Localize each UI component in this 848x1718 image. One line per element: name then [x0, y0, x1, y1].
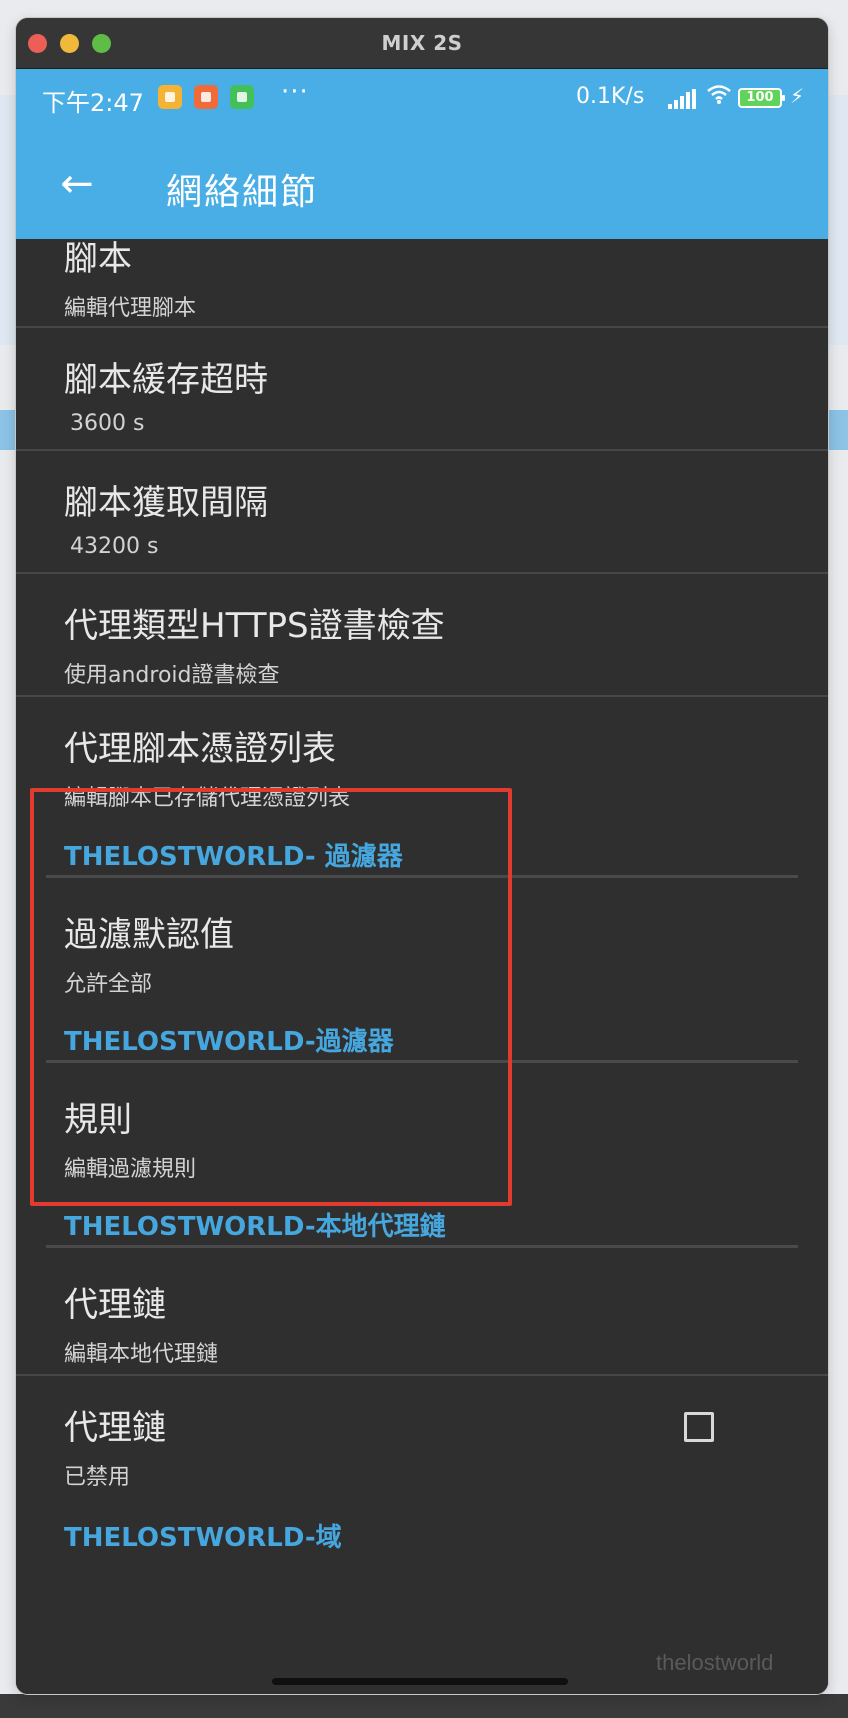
watermark: thelostworld — [656, 1650, 774, 1675]
item-title: 腳本 — [64, 239, 132, 279]
item-subtitle: 編輯腳本已存儲代理憑證列表 — [64, 786, 351, 811]
settings-list[interactable]: 腳本 編輯代理腳本 腳本緩存超時 3600 s 腳本獲取間隔 43200 s 代… — [16, 239, 828, 1694]
gesture-bar-area — [16, 1673, 828, 1694]
item-title: 代理類型HTTPS證書檢查 — [64, 606, 445, 646]
settings-item-proxy-chain[interactable]: 代理鏈 編輯本地代理鏈 — [16, 1277, 828, 1368]
settings-item-rules[interactable]: 規則 編輯過濾規則 — [16, 1092, 828, 1183]
wifi-icon — [706, 83, 732, 111]
divider — [16, 572, 828, 574]
signal-icon — [668, 89, 696, 109]
item-subtitle: 使用android證書檢查 — [64, 663, 280, 688]
app-bar: ← 網絡細節 — [16, 129, 828, 239]
item-subtitle: 已禁用 — [64, 1465, 131, 1490]
divider — [16, 326, 828, 328]
divider — [16, 449, 828, 451]
battery-icon: 100 — [738, 88, 785, 108]
settings-item-script-fetch-interval[interactable]: 腳本獲取間隔 43200 s — [16, 475, 828, 559]
settings-item-proxy-chain-toggle[interactable]: 代理鏈 已禁用 — [16, 1400, 828, 1491]
window-titlebar: MIX 2S — [16, 18, 828, 69]
home-gesture-bar[interactable] — [272, 1678, 568, 1685]
page-title: 網絡細節 — [166, 172, 319, 213]
section-divider — [46, 1060, 798, 1063]
settings-item-script-cache-timeout[interactable]: 腳本緩存超時 3600 s — [16, 352, 828, 436]
charging-bolt-icon: ⚡ — [790, 84, 805, 108]
settings-item-https-cert-check[interactable]: 代理類型HTTPS證書檢查 使用android證書檢查 — [16, 598, 828, 689]
item-subtitle: 編輯本地代理鏈 — [64, 1342, 219, 1367]
back-arrow-icon[interactable]: ← — [50, 157, 104, 211]
app-icon-green — [230, 85, 254, 109]
proxy-chain-checkbox[interactable] — [684, 1412, 714, 1442]
item-title: 過濾默認值 — [64, 915, 234, 955]
more-notifications-icon: ··· — [281, 77, 309, 107]
item-title: 規則 — [64, 1100, 132, 1140]
item-subtitle: 允許全部 — [64, 972, 153, 997]
item-subtitle: 43200 s — [70, 534, 159, 559]
status-time: 下午2:47 — [42, 89, 144, 117]
app-icon-yellow — [158, 85, 182, 109]
app-icon-orange — [194, 85, 218, 109]
section-divider — [46, 875, 798, 878]
phone-mirror-window: MIX 2S 下午2:47 ··· 0.1K/s 100 ⚡ ← 網絡細節 腳本… — [16, 18, 828, 1694]
section-header-filter-2: THELOSTWORLD-過濾器 — [64, 1027, 394, 1057]
item-title: 代理鏈 — [64, 1285, 166, 1325]
divider — [16, 695, 828, 697]
settings-item-filter-default[interactable]: 過濾默認值 允許全部 — [16, 907, 828, 998]
divider — [16, 1374, 828, 1376]
item-subtitle: 編輯代理腳本 — [64, 296, 197, 321]
background-band-bottom — [0, 1694, 848, 1718]
section-header-domain: THELOSTWORLD-域 — [64, 1523, 342, 1553]
settings-item-credential-list[interactable]: 代理腳本憑證列表 編輯腳本已存儲代理憑證列表 — [16, 721, 828, 812]
section-divider — [46, 1245, 798, 1248]
item-title: 腳本獲取間隔 — [64, 483, 268, 523]
section-header-filter: THELOSTWORLD- 過濾器 — [64, 842, 403, 872]
status-bar: 下午2:47 ··· 0.1K/s 100 ⚡ — [16, 69, 828, 129]
section-header-local-proxy-chain: THELOSTWORLD-本地代理鏈 — [64, 1212, 446, 1242]
network-speed: 0.1K/s — [576, 84, 645, 109]
settings-item-script[interactable]: 腳本 編輯代理腳本 — [16, 239, 828, 322]
item-title: 代理腳本憑證列表 — [64, 729, 336, 769]
item-title: 腳本緩存超時 — [64, 360, 268, 400]
window-title: MIX 2S — [381, 31, 463, 55]
item-subtitle: 3600 s — [70, 411, 145, 436]
item-subtitle: 編輯過濾規則 — [64, 1157, 197, 1182]
